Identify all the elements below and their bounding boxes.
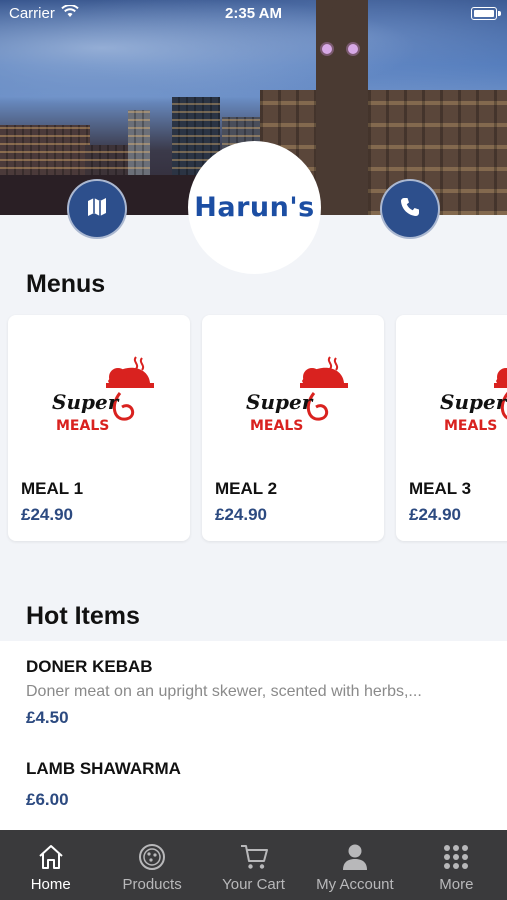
hot-item-description: Doner meat on an upright skewer, scented…: [26, 683, 422, 700]
menu-card[interactable]: Super MEALS MEAL 2 £24.90: [202, 315, 384, 541]
restaurant-logo-text: Harun's: [194, 192, 315, 223]
tab-label: My Account: [316, 876, 394, 893]
map-button[interactable]: [67, 179, 127, 239]
tab-more[interactable]: More: [406, 830, 507, 900]
bottom-tab-bar: Home Products Your Cart My Account More: [0, 830, 507, 900]
menus-section-title: Menus: [26, 270, 106, 298]
phone-icon: [400, 197, 420, 222]
user-icon: [340, 842, 370, 872]
tab-products[interactable]: Products: [101, 830, 202, 900]
tab-label: Home: [30, 876, 71, 893]
menu-card-name: MEAL 2: [215, 479, 278, 498]
svg-text:Super: Super: [440, 390, 507, 414]
menu-card[interactable]: Super MEALS MEAL 1 £24.90: [8, 315, 190, 541]
menu-card-price: £24.90: [215, 505, 267, 524]
status-bar: Carrier 2:35 AM: [0, 0, 507, 28]
menus-carousel[interactable]: Super MEALS MEAL 1 £24.90 Super MEALS ME…: [0, 314, 507, 544]
tab-label: Products: [122, 876, 182, 893]
menu-card-price: £24.90: [409, 505, 461, 524]
map-icon: [86, 196, 108, 223]
svg-text:Super: Super: [246, 390, 314, 414]
hot-items-section-title: Hot Items: [26, 602, 140, 630]
menu-card[interactable]: Super MEALS MEAL 3 £24.90: [396, 315, 507, 541]
svg-text:Super: Super: [52, 390, 120, 414]
hot-item-name: DONER KEBAB: [26, 657, 153, 676]
super-meals-logo: Super MEALS: [48, 353, 158, 435]
hot-item-price: £4.50: [26, 708, 69, 727]
svg-text:MEALS: MEALS: [250, 418, 303, 434]
tab-label: Your Cart: [222, 876, 285, 893]
tab-label: More: [439, 876, 474, 893]
svg-text:MEALS: MEALS: [444, 418, 497, 434]
hot-item-row[interactable]: LAMB SHAWARMA £6.00: [26, 759, 181, 810]
battery-icon: [471, 7, 501, 20]
home-icon: [36, 842, 66, 872]
clock-time: 2:35 AM: [225, 5, 282, 22]
hot-item-row[interactable]: DONER KEBAB Doner meat on an upright ske…: [26, 657, 471, 728]
tab-account[interactable]: My Account: [304, 830, 405, 900]
hot-item-name: LAMB SHAWARMA: [26, 759, 181, 778]
grid-icon: [441, 842, 471, 872]
tab-home[interactable]: Home: [0, 830, 101, 900]
restaurant-logo: Harun's: [188, 141, 321, 274]
super-meals-logo: Super MEALS: [242, 353, 352, 435]
svg-text:MEALS: MEALS: [56, 418, 109, 434]
hot-item-price: £6.00: [26, 790, 69, 809]
menu-card-price: £24.90: [21, 505, 73, 524]
hot-items-list: DONER KEBAB Doner meat on an upright ske…: [0, 641, 507, 831]
cart-icon: [239, 842, 269, 872]
menu-card-name: MEAL 3: [409, 479, 472, 498]
tab-cart[interactable]: Your Cart: [203, 830, 304, 900]
pizza-icon: [137, 842, 167, 872]
super-meals-logo: Super MEALS: [436, 353, 507, 435]
call-button[interactable]: [380, 179, 440, 239]
menu-card-name: MEAL 1: [21, 479, 84, 498]
